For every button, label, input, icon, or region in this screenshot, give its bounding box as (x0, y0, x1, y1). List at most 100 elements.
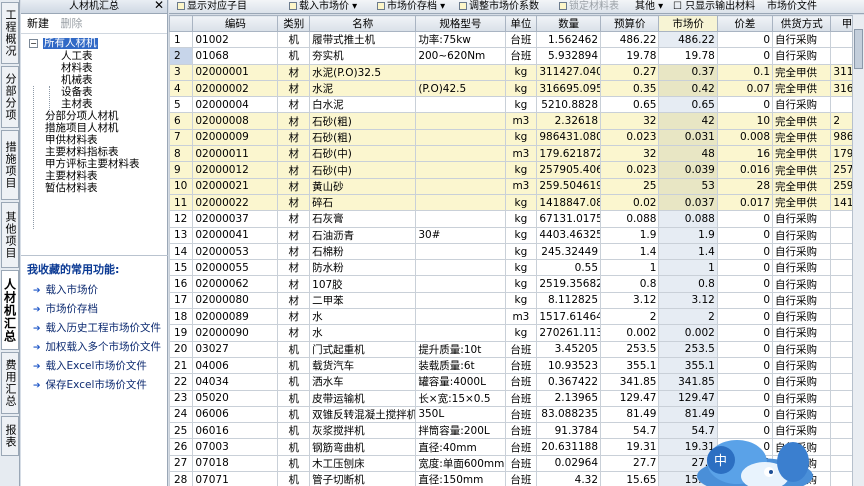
table-row[interactable]: 8 02000011 材石砂(中) m3 179.621872 32 48 16 完全甲供 179… (169, 145, 864, 163)
delete-button[interactable]: 删除 (61, 17, 83, 30)
tab-sub-items[interactable]: 分部分项 (1, 66, 19, 128)
name-cell[interactable]: 灰浆搅拌机 (309, 422, 417, 440)
quantity-cell[interactable]: 316695.095 (536, 79, 602, 98)
code-cell[interactable]: 02000009 (192, 128, 279, 147)
unit-cell[interactable]: kg (504, 79, 538, 98)
quantity-cell[interactable]: 1517.61464 (536, 308, 602, 326)
code-cell[interactable]: 02000062 (192, 275, 279, 293)
code-cell[interactable]: 05020 (192, 389, 279, 407)
market-price-cell[interactable]: 48 (658, 145, 718, 163)
spec-cell[interactable] (415, 275, 506, 293)
code-cell[interactable]: 02000001 (192, 63, 279, 81)
supply-method-cell[interactable]: 自行采购 (772, 373, 832, 391)
market-price-cell[interactable]: 0.039 (658, 161, 718, 179)
unit-cell[interactable]: m3 (504, 112, 538, 130)
table-row[interactable]: 3 02000001 材水泥(P.O)32.5 kg 311427.040 0.27 0.3… (169, 63, 864, 81)
tree-item-sub-materials[interactable]: 分部分项人材机 (45, 111, 119, 122)
category-cell[interactable]: 材 (277, 96, 311, 114)
unit-cell[interactable]: kg (504, 161, 538, 179)
table-row[interactable]: 24 06006 机双锥反转混凝土搅拌机 350L 台班 83.088235 81.49 81… (169, 405, 864, 424)
market-price-cell[interactable]: 1.9 (658, 226, 718, 244)
category-cell[interactable]: 材 (277, 259, 311, 277)
category-cell[interactable]: 材 (277, 308, 311, 326)
row-number[interactable]: 10 (169, 177, 194, 195)
market-price-cell[interactable]: 0.65 (658, 96, 718, 114)
unit-cell[interactable]: kg (504, 226, 538, 244)
quantity-cell[interactable]: 2.32618 (536, 112, 602, 130)
budget-price-cell[interactable]: 129.47 (600, 389, 660, 407)
category-cell[interactable]: 机 (277, 47, 311, 65)
name-cell[interactable]: 水泥 (309, 79, 417, 98)
quantity-cell[interactable]: 257905.406 (536, 161, 602, 179)
supply-method-cell[interactable]: 完全甲供 (772, 193, 832, 212)
unit-cell[interactable]: m3 (504, 308, 538, 326)
quantity-cell[interactable]: 2.13965 (536, 389, 602, 407)
category-cell[interactable]: 机 (277, 389, 311, 407)
col-header-qty[interactable]: 数量 (536, 15, 602, 32)
quantity-cell[interactable]: 270261.113 (536, 324, 602, 342)
price-diff-cell[interactable]: 0 (716, 356, 774, 375)
tree-item-all[interactable]: 所有人材机 (43, 38, 98, 49)
category-cell[interactable]: 材 (277, 324, 311, 342)
row-number[interactable]: 6 (169, 112, 194, 130)
name-cell[interactable]: 门式起重机 (309, 340, 417, 358)
quantity-cell[interactable]: 83.088235 (536, 405, 602, 424)
category-cell[interactable]: 材 (277, 79, 311, 98)
tree-item-owner-supplied[interactable]: 甲供材料表 (45, 135, 98, 146)
tree-item-main-indicators[interactable]: 主要材料指标表 (45, 147, 119, 158)
name-cell[interactable]: 黄山砂 (309, 177, 417, 195)
spec-cell[interactable] (415, 210, 506, 228)
spec-cell[interactable]: 长×宽:15×0.5 (415, 389, 506, 407)
code-cell[interactable]: 01002 (192, 30, 279, 49)
unit-cell[interactable]: kg (504, 128, 538, 147)
supply-method-cell[interactable]: 自行采购 (772, 259, 832, 277)
budget-price-cell[interactable]: 32 (600, 145, 660, 163)
category-cell[interactable]: 材 (277, 63, 311, 81)
price-diff-cell[interactable]: 0 (716, 242, 774, 261)
row-number[interactable]: 14 (169, 242, 194, 261)
row-number[interactable]: 11 (169, 193, 194, 212)
name-cell[interactable]: 107胶 (309, 275, 417, 293)
spec-cell[interactable]: 直径:150mm (415, 471, 506, 486)
tree-item-measure-materials[interactable]: 措施项目人材机 (45, 123, 119, 134)
quantity-cell[interactable]: 311427.040 (536, 63, 602, 81)
table-row[interactable]: 16 02000062 材 107胶 kg 2519.35682 0.8 0.8 0 自行采购 (169, 275, 864, 293)
spec-cell[interactable]: 直径:40mm (415, 438, 506, 456)
col-header-market[interactable]: 市场价 (658, 15, 718, 32)
budget-price-cell[interactable]: 0.088 (600, 210, 660, 228)
code-cell[interactable]: 07018 (192, 454, 279, 473)
table-row[interactable]: 9 02000012 材石砂(中) kg 257905.406 0.023 0.039 0.0… (169, 161, 864, 179)
col-header-supply[interactable]: 供货方式 (772, 15, 832, 32)
price-diff-cell[interactable]: 0 (716, 291, 774, 310)
code-cell[interactable]: 02000037 (192, 210, 279, 228)
spec-cell[interactable] (415, 177, 506, 195)
spec-cell[interactable] (415, 161, 506, 179)
tree-item-main-material[interactable]: 主材表 (61, 99, 93, 110)
quantity-cell[interactable]: 67131.0175 (536, 210, 602, 228)
spec-cell[interactable] (415, 308, 506, 326)
col-header-spec[interactable]: 规格型号 (415, 15, 506, 32)
market-price-cell[interactable]: 355.1 (658, 356, 718, 375)
quantity-cell[interactable]: 2519.35682 (536, 275, 602, 293)
name-cell[interactable]: 夯实机 (309, 47, 417, 65)
price-diff-cell[interactable]: 0.016 (716, 161, 774, 179)
unit-cell[interactable]: 台班 (504, 471, 538, 486)
table-row[interactable]: 14 02000053 材石棉粉 kg 245.32449 1.4 1.4 0 自行采购 (169, 242, 864, 261)
spec-cell[interactable] (415, 291, 506, 310)
code-cell[interactable]: 02000021 (192, 177, 279, 195)
budget-price-cell[interactable]: 19.31 (600, 438, 660, 456)
budget-price-cell[interactable]: 0.002 (600, 324, 660, 342)
spec-cell[interactable]: 罐容量:4000L (415, 373, 506, 391)
table-row[interactable]: 19 02000090 材水 kg 270261.113 0.002 0.002 0 自行采购 (169, 324, 864, 342)
market-price-cell[interactable]: 0.037 (658, 193, 718, 212)
row-number[interactable]: 18 (169, 308, 194, 326)
vertical-scrollbar[interactable] (852, 15, 864, 486)
lock-button[interactable]: 锁定材料表 (559, 0, 619, 13)
unit-cell[interactable]: 台班 (504, 356, 538, 375)
price-diff-cell[interactable]: 0 (716, 259, 774, 277)
spec-cell[interactable] (415, 63, 506, 81)
row-number[interactable]: 28 (169, 471, 194, 486)
code-cell[interactable]: 07071 (192, 471, 279, 486)
unit-cell[interactable]: 台班 (504, 373, 538, 391)
collapse-icon[interactable]: − (29, 39, 38, 48)
